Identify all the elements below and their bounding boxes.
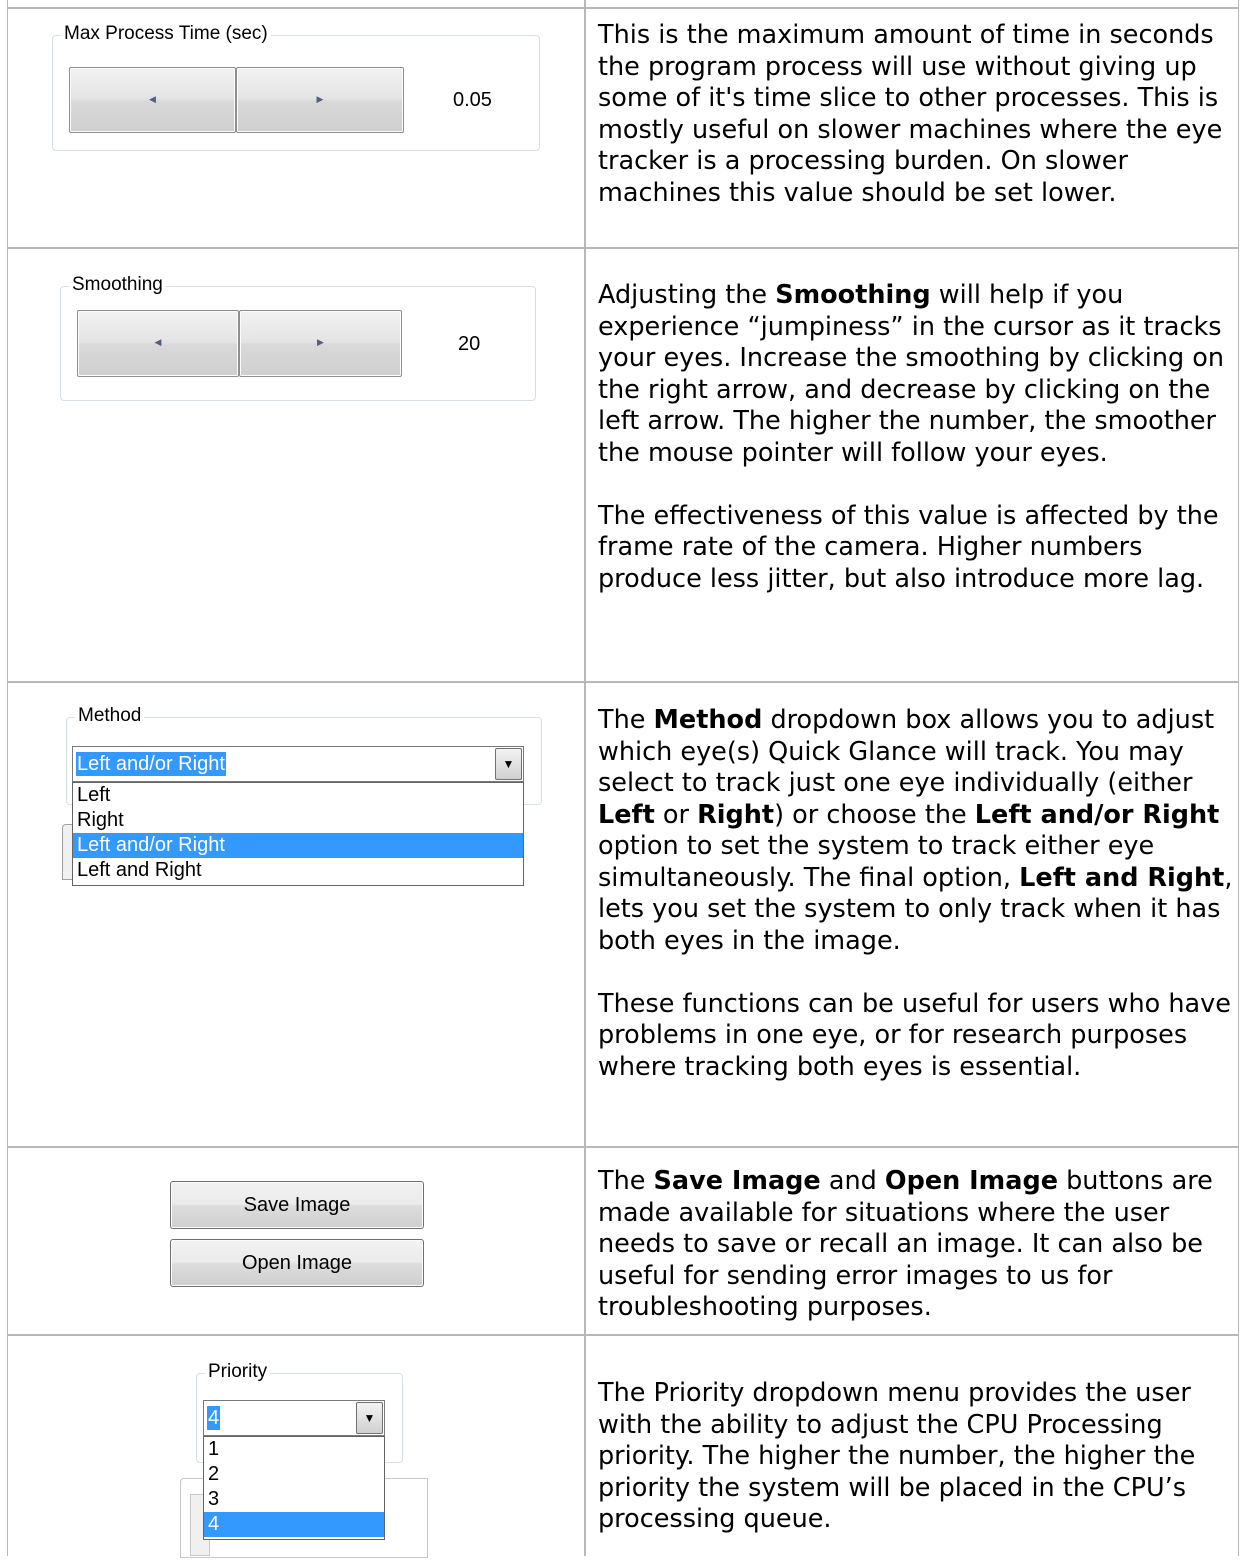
open-image-button[interactable]: Open Image	[170, 1239, 424, 1287]
method-dropdown-button[interactable]: ▼	[495, 748, 522, 780]
method-dropdown[interactable]: Left and/or Right ▼	[72, 746, 524, 782]
priority-option-4[interactable]: 4	[204, 1512, 384, 1537]
method-paragraph-2: These functions can be useful for users …	[598, 988, 1231, 1082]
increase-button[interactable]: ▶	[239, 310, 402, 377]
help-table: Max Process Time (sec) ◀ ▶ 0.05 This is …	[0, 0, 1241, 1558]
left-arrow-icon: ◀	[149, 94, 156, 105]
save-image-button[interactable]: Save Image	[170, 1181, 424, 1229]
row-divider	[7, 247, 1239, 249]
max-process-time-description: This is the maximum amount of time in se…	[598, 20, 1223, 208]
smoothing-paragraph-1: Adjusting the Smoothing will help if you…	[598, 280, 1225, 468]
column-divider	[584, 0, 586, 1556]
max-process-time-value: 0.05	[453, 89, 492, 111]
left-arrow-icon: ◀	[154, 338, 162, 348]
method-option-left-and-right[interactable]: Left and Right	[73, 858, 523, 883]
method-dropdown-list: Left Right Left and/or Right Left and Ri…	[72, 782, 524, 886]
row-divider	[7, 7, 1239, 9]
group-label: Method	[75, 704, 145, 728]
smoothing-paragraph-2: The effectiveness of this value is affec…	[598, 500, 1219, 594]
method-selected-value: Left and/or Right	[76, 752, 226, 776]
method-description: The Method dropdown box allows you to ad…	[598, 705, 1238, 1115]
method-option-left[interactable]: Left	[73, 783, 523, 808]
row-divider	[7, 1146, 1239, 1148]
row-divider	[7, 681, 1239, 683]
method-option-left-and-or-right[interactable]: Left and/or Right	[73, 833, 523, 858]
right-arrow-icon: ▶	[316, 94, 324, 105]
increase-button[interactable]: ▶	[236, 67, 404, 133]
chevron-down-icon: ▼	[502, 757, 515, 771]
decrease-button[interactable]: ◀	[69, 67, 236, 133]
smoothing-value: 20	[458, 333, 481, 355]
priority-description: The Priority dropdown menu provides the …	[598, 1378, 1196, 1534]
priority-option-2[interactable]: 2	[204, 1462, 384, 1487]
group-label: Max Process Time (sec)	[61, 22, 271, 46]
table-border-left	[7, 0, 8, 1556]
group-label: Priority	[205, 1360, 271, 1384]
priority-dropdown-button[interactable]: ▼	[356, 1402, 383, 1434]
priority-dropdown-list: 1 2 3 4	[203, 1436, 385, 1540]
method-option-right[interactable]: Right	[73, 808, 523, 833]
priority-option-1[interactable]: 1	[204, 1437, 384, 1462]
priority-selected-value: 4	[207, 1406, 221, 1430]
chevron-down-icon: ▼	[363, 1411, 376, 1425]
smoothing-description: Adjusting the Smoothing will help if you…	[598, 280, 1238, 627]
method-paragraph-1: The Method dropdown box allows you to ad…	[598, 705, 1233, 956]
decrease-button[interactable]: ◀	[77, 310, 239, 377]
group-label: Smoothing	[69, 273, 166, 297]
image-buttons-description: The Save Image and Open Image buttons ar…	[598, 1166, 1213, 1322]
priority-dropdown[interactable]: 4 ▼	[203, 1400, 385, 1436]
table-border-right	[1238, 0, 1239, 1556]
right-arrow-icon: ▶	[317, 338, 324, 348]
priority-option-3[interactable]: 3	[204, 1487, 384, 1512]
